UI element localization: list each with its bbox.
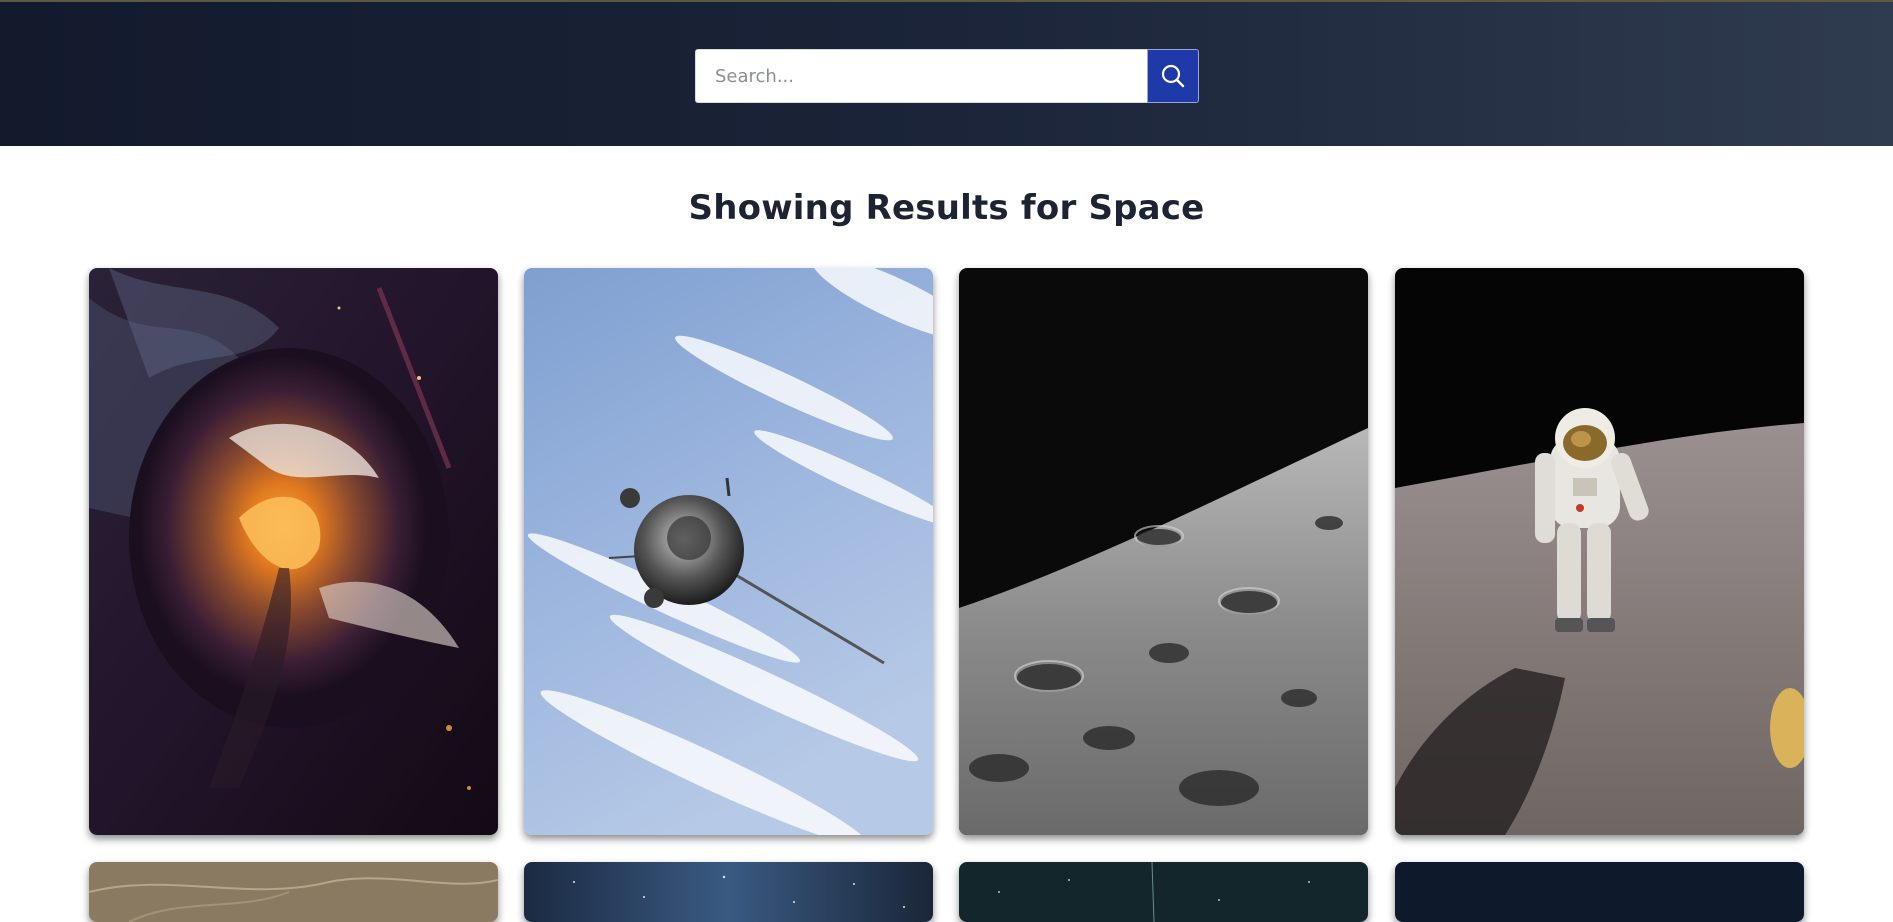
image-card-navy-sky[interactable] <box>1395 862 1804 922</box>
navy-sky-image <box>1395 862 1804 922</box>
textured-surface-image <box>89 862 498 922</box>
image-card-textured-surface[interactable] <box>89 862 498 922</box>
image-card-teal-starfield[interactable] <box>959 862 1368 922</box>
image-card-nebula[interactable] <box>89 268 498 835</box>
image-card-starry-sky[interactable] <box>524 862 933 922</box>
search-button[interactable] <box>1147 49 1199 103</box>
image-card-moon-surface[interactable] <box>959 268 1368 835</box>
search-icon <box>1161 64 1185 88</box>
moon-surface-image <box>959 268 1368 835</box>
top-header <box>0 0 1893 146</box>
astronaut-image <box>1395 268 1804 835</box>
teal-starfield-image <box>959 862 1368 922</box>
image-card-satellite[interactable] <box>524 268 933 835</box>
nebula-image <box>89 268 498 835</box>
search-input[interactable] <box>695 49 1147 103</box>
satellite-image <box>524 268 933 835</box>
search-bar <box>695 49 1199 103</box>
results-title: Showing Results for Space <box>688 188 1205 228</box>
starry-sky-image <box>524 862 933 922</box>
image-card-astronaut[interactable] <box>1395 268 1804 835</box>
